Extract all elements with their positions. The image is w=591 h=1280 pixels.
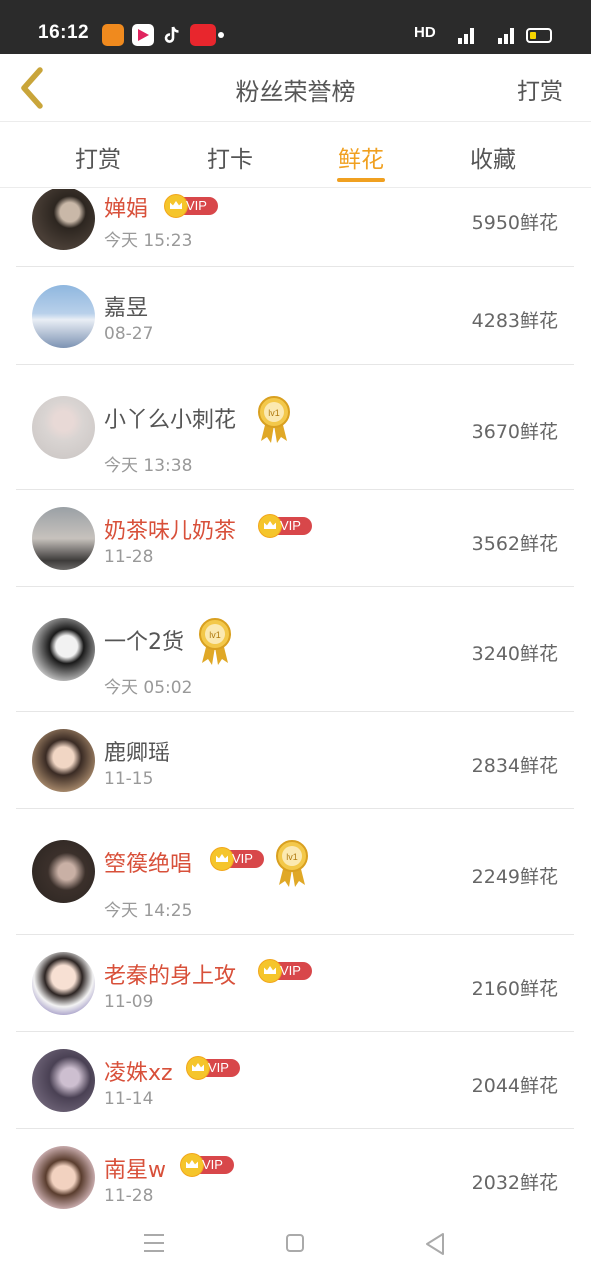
list-item[interactable]: 一个2货 lv1 今天 05:02 3240鲜花 <box>16 587 574 712</box>
flower-count: 3562鲜花 <box>471 533 558 555</box>
user-name: 凌姝xz <box>104 1061 173 1086</box>
list-item[interactable]: 箜篌绝唱 VIP lv1 今天 14:25 2249鲜花 <box>16 809 574 935</box>
list-item[interactable]: 鹿卿瑶 11-15 2834鲜花 <box>16 712 574 809</box>
back-triangle-icon[interactable] <box>424 1232 446 1256</box>
flower-count: 2044鲜花 <box>471 1075 558 1097</box>
svg-text:lv1: lv1 <box>209 630 221 640</box>
signal-icon <box>492 26 518 44</box>
list-item[interactable]: 南星w VIP 11-28 2032鲜花 <box>16 1129 574 1212</box>
time-label: 11-28 <box>104 1186 154 1206</box>
user-name: 嘉昱 <box>104 296 149 321</box>
tab-checkin[interactable]: 打卡 <box>180 140 280 174</box>
crown-icon <box>210 847 234 871</box>
crown-icon <box>258 514 282 538</box>
svg-text:lv1: lv1 <box>268 408 280 418</box>
list-item[interactable]: 凌姝xz VIP 11-14 2044鲜花 <box>16 1032 574 1129</box>
avatar <box>32 1146 95 1209</box>
list-item[interactable]: 奶茶味儿奶茶 VIP 11-28 3562鲜花 <box>16 490 574 587</box>
avatar <box>32 507 95 570</box>
avatar <box>32 618 95 681</box>
tab-bar: 打赏 打卡 鲜花 收藏 <box>0 122 591 188</box>
time-label: 今天 05:02 <box>104 678 193 698</box>
red-app-icon <box>190 24 216 46</box>
app-notification-icon <box>102 24 124 46</box>
vip-badge: VIP <box>210 847 264 871</box>
time-label: 11-09 <box>104 992 154 1012</box>
flower-count: 5950鲜花 <box>471 212 558 234</box>
avatar <box>32 729 95 792</box>
status-bar: 16:12 HD <box>0 0 591 54</box>
avatar <box>32 396 95 459</box>
user-name: 南星w <box>104 1158 166 1183</box>
list-item[interactable]: 小丫么小刺花 lv1 今天 13:38 3670鲜花 <box>16 365 574 490</box>
network-hd-label: HD <box>414 24 436 41</box>
tiktok-icon <box>161 24 183 46</box>
time-label: 11-28 <box>104 547 154 567</box>
page-title: 粉丝荣誉榜 <box>235 78 356 106</box>
vip-badge: VIP <box>180 1153 234 1177</box>
status-time: 16:12 <box>38 22 90 43</box>
time-label: 今天 15:23 <box>104 231 193 251</box>
crown-icon <box>186 1056 210 1080</box>
system-nav-bar <box>0 1212 591 1280</box>
avatar <box>32 952 95 1015</box>
vip-badge: VIP <box>186 1056 240 1080</box>
medal-icon: lv1 <box>199 618 231 665</box>
tab-favorites[interactable]: 收藏 <box>443 140 543 174</box>
tab-flowers[interactable]: 鲜花 <box>311 140 411 174</box>
home-icon[interactable] <box>286 1234 304 1252</box>
avatar <box>32 840 95 903</box>
vip-badge: VIP <box>258 514 312 538</box>
user-name: 婵娟 <box>104 197 149 222</box>
flower-count: 2249鲜花 <box>471 866 558 888</box>
time-label: 08-27 <box>104 324 154 344</box>
time-label: 今天 13:38 <box>104 456 193 476</box>
header: 粉丝荣誉榜 打赏 <box>0 54 591 122</box>
user-name: 鹿卿瑶 <box>104 741 171 766</box>
flower-count: 3670鲜花 <box>471 421 558 443</box>
vip-badge: VIP <box>258 959 312 983</box>
battery-icon <box>526 28 552 43</box>
medal-icon: lv1 <box>276 840 308 887</box>
avatar <box>32 189 95 250</box>
time-label: 11-15 <box>104 769 154 789</box>
notification-dot-icon <box>218 32 224 38</box>
vip-badge: VIP <box>164 194 218 218</box>
crown-icon <box>258 959 282 983</box>
crown-icon <box>164 194 188 218</box>
svg-text:lv1: lv1 <box>286 852 298 862</box>
list-item[interactable]: 老秦的身上攻 VIP 11-09 2160鲜花 <box>16 935 574 1032</box>
flower-count: 3240鲜花 <box>471 643 558 665</box>
signal-icon <box>452 26 478 44</box>
user-name: 小丫么小刺花 <box>104 408 237 433</box>
list-item[interactable]: 嘉昱 08-27 4283鲜花 <box>16 267 574 365</box>
user-name: 一个2货 <box>104 630 184 655</box>
medal-icon: lv1 <box>258 396 290 443</box>
user-name: 箜篌绝唱 <box>104 852 193 877</box>
time-label: 今天 14:25 <box>104 901 193 921</box>
user-name: 奶茶味儿奶茶 <box>104 519 237 544</box>
user-name: 老秦的身上攻 <box>104 964 237 989</box>
video-app-icon <box>132 24 154 46</box>
flower-count: 4283鲜花 <box>471 310 558 332</box>
avatar <box>32 285 95 348</box>
menu-icon[interactable] <box>144 1234 164 1252</box>
avatar <box>32 1049 95 1112</box>
tab-reward[interactable]: 打赏 <box>48 140 148 174</box>
active-tab-indicator <box>337 178 385 182</box>
flower-count: 2032鲜花 <box>471 1172 558 1194</box>
list-item[interactable]: 婵娟 VIP 今天 15:23 5950鲜花 <box>16 189 574 267</box>
ranking-list: 婵娟 VIP 今天 15:23 5950鲜花 嘉昱 08-27 4283鲜花 小… <box>0 189 591 1212</box>
crown-icon <box>180 1153 204 1177</box>
reward-button[interactable]: 打赏 <box>517 72 563 106</box>
flower-count: 2834鲜花 <box>471 755 558 777</box>
time-label: 11-14 <box>104 1089 154 1109</box>
flower-count: 2160鲜花 <box>471 978 558 1000</box>
